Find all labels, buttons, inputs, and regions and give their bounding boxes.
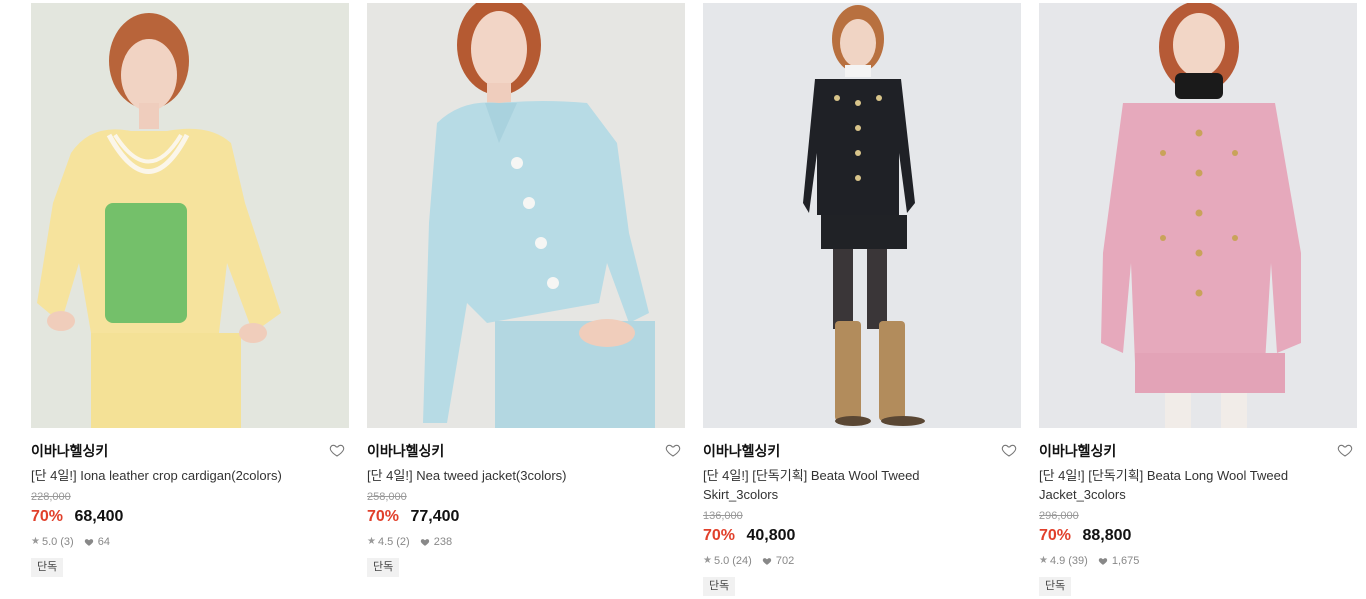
product-card[interactable]: 이바나헬싱키 [단 4일!] [단독기획] Beata Long Wool Tw…	[1039, 3, 1357, 596]
star-icon: ★	[1039, 555, 1048, 566]
wishlist-heart-icon[interactable]	[665, 442, 683, 460]
product-name[interactable]: [단 4일!] [단독기획] Beata Wool Tweed Skirt_3c…	[703, 466, 993, 504]
heart-filled-icon	[420, 537, 430, 547]
original-price: 136,000	[703, 510, 743, 522]
star-icon: ★	[31, 536, 40, 547]
product-image[interactable]	[367, 3, 685, 428]
product-grid: 이바나헬싱키 [단 4일!] Iona leather crop cardiga…	[0, 0, 1366, 599]
brand-name[interactable]: 이바나헬싱키	[703, 443, 780, 459]
sale-price: 68,400	[74, 508, 124, 525]
rating-value: 5.0	[41, 536, 58, 548]
discount-rate: 70%	[703, 527, 736, 544]
original-price: 258,000	[367, 491, 407, 503]
exclusive-badge: 단독	[1039, 577, 1072, 596]
star-icon: ★	[703, 555, 712, 566]
sale-price: 77,400	[410, 508, 460, 525]
product-image[interactable]	[31, 3, 349, 428]
heart-filled-icon	[1098, 556, 1108, 566]
brand-name[interactable]: 이바나헬싱키	[367, 443, 444, 459]
discount-rate: 70%	[31, 508, 64, 525]
review-count: (3)	[60, 536, 74, 548]
sale-price: 40,800	[746, 527, 796, 544]
product-name[interactable]: [단 4일!] [단독기획] Beata Long Wool Tweed Jac…	[1039, 466, 1329, 504]
review-count: (39)	[1068, 555, 1088, 567]
wishlist-heart-icon[interactable]	[1001, 442, 1019, 460]
review-count: (2)	[396, 536, 410, 548]
rating-row: ★ 4.9 (39) 1,675	[1039, 554, 1357, 568]
product-card[interactable]: 이바나헬싱키 [단 4일!] Nea tweed jacket(3colors)…	[367, 3, 685, 577]
exclusive-badge: 단독	[703, 577, 736, 596]
wishlist-heart-icon[interactable]	[1337, 442, 1355, 460]
price-row: 70% 77,400	[367, 506, 685, 528]
rating-value: 4.9	[1049, 555, 1066, 567]
discount-rate: 70%	[367, 508, 400, 525]
rating-row: ★ 5.0 (24) 702	[703, 554, 1021, 568]
product-card[interactable]: 이바나헬싱키 [단 4일!] [단독기획] Beata Wool Tweed S…	[703, 3, 1021, 596]
like-count: 702	[775, 555, 795, 567]
sale-price: 88,800	[1082, 527, 1132, 544]
product-card[interactable]: 이바나헬싱키 [단 4일!] Iona leather crop cardiga…	[31, 3, 349, 577]
product-image[interactable]	[703, 3, 1021, 428]
heart-filled-icon	[84, 537, 94, 547]
product-photo-illustration	[1039, 3, 1357, 428]
like-count: 238	[433, 536, 453, 548]
original-price: 228,000	[31, 491, 71, 503]
rating-row: ★ 5.0 (3) 64	[31, 535, 349, 549]
price-row: 70% 88,800	[1039, 525, 1357, 547]
product-name[interactable]: [단 4일!] Nea tweed jacket(3colors)	[367, 466, 657, 485]
review-count: (24)	[732, 555, 752, 567]
brand-name[interactable]: 이바나헬싱키	[31, 443, 108, 459]
brand-name[interactable]: 이바나헬싱키	[1039, 443, 1116, 459]
product-photo-illustration	[703, 3, 1021, 428]
product-photo-illustration	[31, 3, 349, 428]
product-image[interactable]	[1039, 3, 1357, 428]
exclusive-badge: 단독	[367, 558, 400, 577]
wishlist-heart-icon[interactable]	[329, 442, 347, 460]
like-count: 64	[97, 536, 110, 548]
product-name[interactable]: [단 4일!] Iona leather crop cardigan(2colo…	[31, 466, 321, 485]
price-row: 70% 68,400	[31, 506, 349, 528]
exclusive-badge: 단독	[31, 558, 64, 577]
star-icon: ★	[367, 536, 376, 547]
like-count: 1,675	[1111, 555, 1140, 567]
discount-rate: 70%	[1039, 527, 1072, 544]
rating-row: ★ 4.5 (2) 238	[367, 535, 685, 549]
product-photo-illustration	[367, 3, 685, 428]
rating-value: 4.5	[377, 536, 394, 548]
original-price: 296,000	[1039, 510, 1079, 522]
price-row: 70% 40,800	[703, 525, 1021, 547]
rating-value: 5.0	[713, 555, 730, 567]
heart-filled-icon	[762, 556, 772, 566]
